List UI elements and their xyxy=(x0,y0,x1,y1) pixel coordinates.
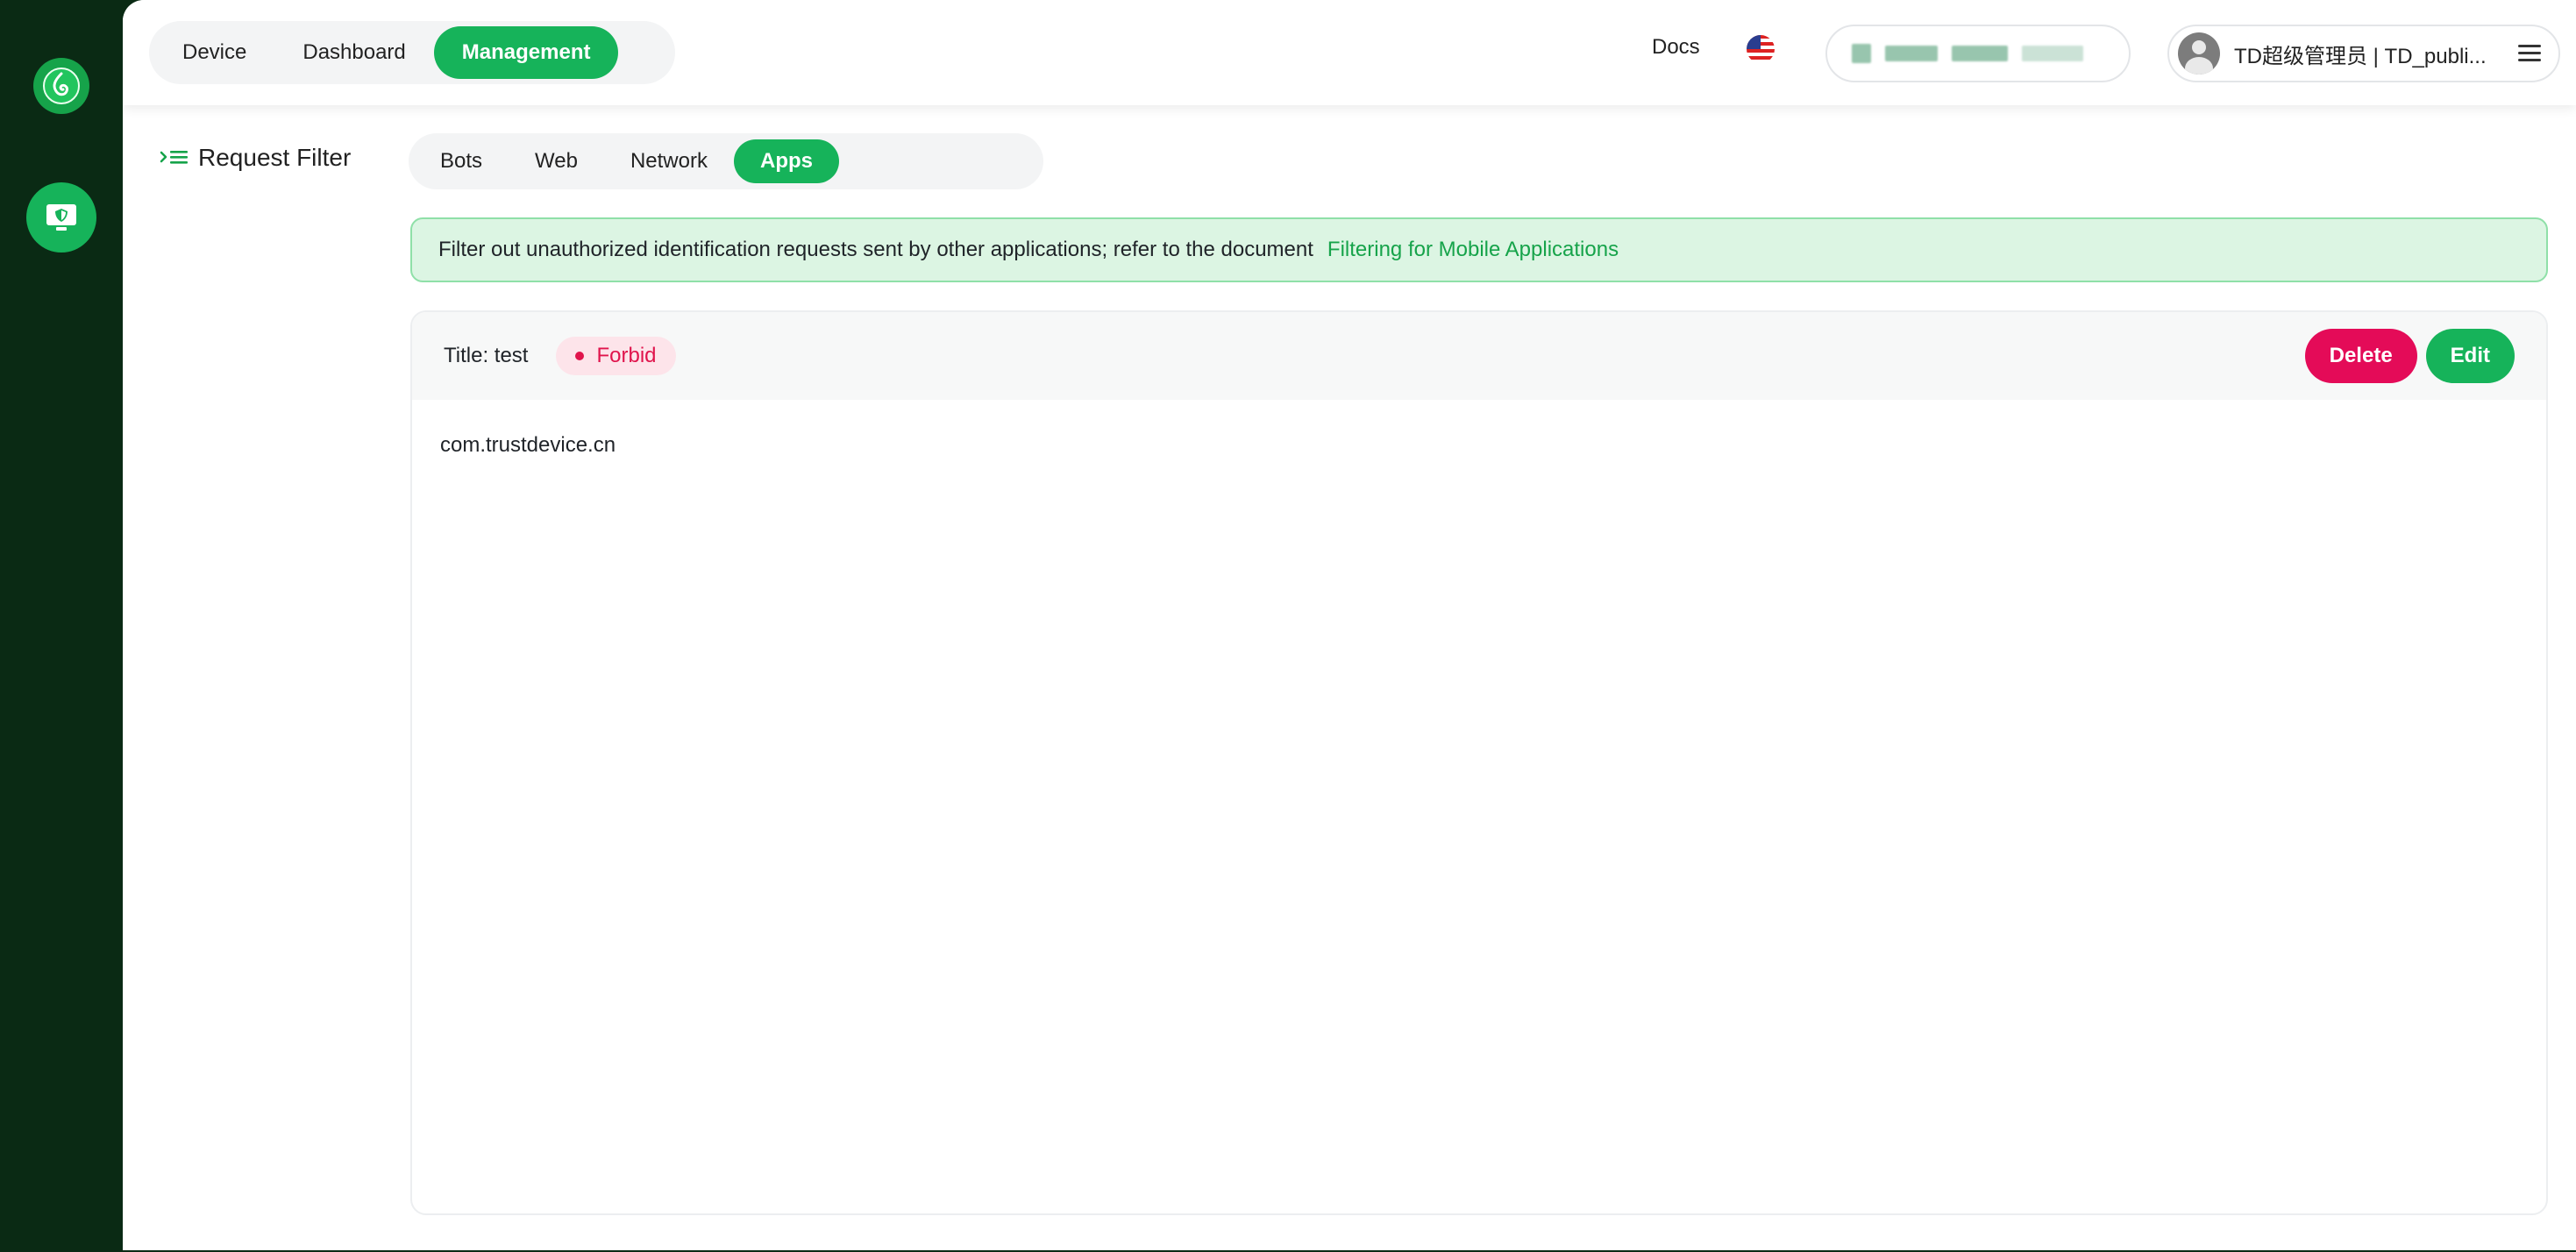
page-title-text: Request Filter xyxy=(198,144,352,171)
tab-bots[interactable]: Bots xyxy=(414,139,509,183)
redacted-content xyxy=(1852,44,1871,63)
brand-logo-icon[interactable] xyxy=(33,58,89,114)
rule-content: com.trustdevice.cn xyxy=(440,433,616,457)
doc-link[interactable]: Filtering for Mobile Applications xyxy=(1327,238,1619,262)
tab-dashboard[interactable]: Dashboard xyxy=(274,26,433,79)
edit-button[interactable]: Edit xyxy=(2425,329,2515,383)
notice-text: Filter out unauthorized identification r… xyxy=(438,238,1313,261)
collapse-list-icon[interactable] xyxy=(160,147,189,168)
delete-button[interactable]: Delete xyxy=(2304,329,2417,383)
sidebar-item-monitor[interactable] xyxy=(26,182,96,253)
tab-apps[interactable]: Apps xyxy=(733,139,839,183)
info-notice: Filter out unauthorized identification r… xyxy=(410,217,2548,282)
tab-web[interactable]: Web xyxy=(509,139,604,183)
tab-device[interactable]: Device xyxy=(154,26,274,79)
docs-link[interactable]: Docs xyxy=(1652,35,1700,60)
rule-card-header: Title: test Forbid Delete Edit xyxy=(412,312,2546,400)
status-label: Forbid xyxy=(596,344,657,367)
rule-title: Title: test xyxy=(444,344,529,367)
status-dot-icon xyxy=(575,352,585,360)
avatar xyxy=(2178,32,2220,75)
hamburger-menu-icon[interactable] xyxy=(2518,44,2543,63)
page-title: Request Filter xyxy=(160,144,351,172)
user-name: TD超级管理员 | TD_publi... xyxy=(2234,44,2487,68)
redacted-content xyxy=(1885,46,1938,61)
rule-card: Title: test Forbid Delete Edit com.trust… xyxy=(410,310,2548,1215)
rule-actions: Delete Edit xyxy=(2304,329,2515,383)
logo-mark xyxy=(43,68,80,104)
status-badge: Forbid xyxy=(556,337,676,375)
us-flag-icon[interactable] xyxy=(1747,35,1775,63)
monitor-shield-icon xyxy=(46,204,76,231)
redacted-content xyxy=(2022,46,2083,61)
main-panel: Device Dashboard Management Docs TD超级管理员… xyxy=(123,0,2576,1250)
tab-network[interactable]: Network xyxy=(604,139,734,183)
main-nav-tabs: Device Dashboard Management xyxy=(149,21,675,84)
filter-tabs: Bots Web Network Apps xyxy=(409,133,1043,189)
organization-selector[interactable] xyxy=(1825,25,2131,82)
user-menu[interactable]: TD超级管理员 | TD_publi... xyxy=(2167,25,2560,82)
redacted-content xyxy=(1952,46,2008,61)
left-rail xyxy=(0,0,123,1252)
top-header: Device Dashboard Management Docs TD超级管理员… xyxy=(123,0,2576,105)
tab-management[interactable]: Management xyxy=(433,26,619,79)
